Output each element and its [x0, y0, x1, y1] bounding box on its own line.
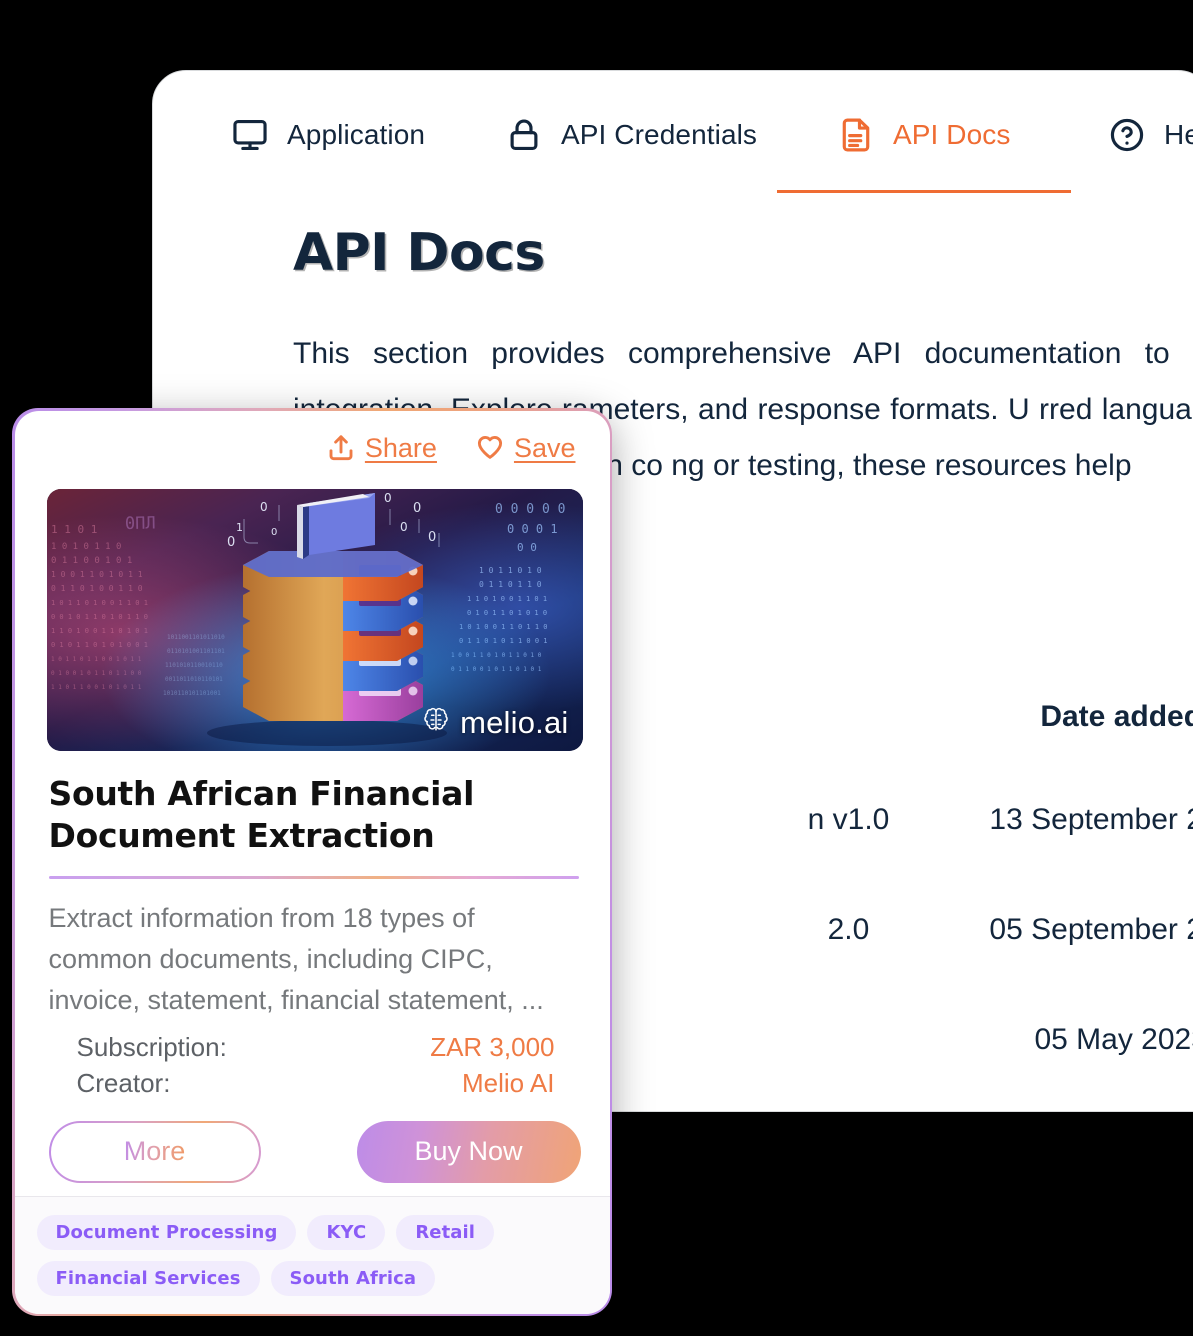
save-button[interactable]: Save	[475, 433, 576, 464]
column-header-version	[758, 669, 940, 765]
creator-value: Melio AI	[462, 1067, 555, 1098]
cell-date: 05 May 2023	[1034, 1023, 1193, 1056]
product-card[interactable]: Share Save melio.ai South African Financ…	[12, 408, 612, 1316]
cell-version: n v1.0	[807, 803, 890, 836]
card-actions: Share Save	[326, 433, 576, 464]
tab-help[interactable]: He	[1108, 107, 1193, 163]
tab-api-docs-label: API Docs	[893, 119, 1011, 150]
tab-bar: Application API Credentials API Docs H	[153, 71, 1193, 193]
tab-api-credentials-label: API Credentials	[561, 119, 758, 150]
subscription-label: Subscription:	[76, 1031, 227, 1062]
meta-row-subscription: Subscription: ZAR 3,000	[77, 1029, 555, 1065]
tab-api-credentials[interactable]: API Credentials	[505, 107, 757, 163]
column-header-date-added: Date added	[1040, 700, 1193, 733]
subscription-value: ZAR 3,000	[430, 1031, 555, 1062]
buy-now-button-label: Buy Now	[414, 1136, 523, 1166]
share-upload-icon	[326, 433, 356, 463]
melio-ai-logo: melio.ai	[421, 705, 568, 741]
monitor-icon	[231, 116, 269, 154]
tab-api-docs[interactable]: API Docs	[777, 107, 1071, 193]
card-divider	[48, 875, 579, 879]
product-description: Extract information from 18 types of com…	[48, 902, 544, 1015]
card-buttons: More Buy Now	[48, 1120, 581, 1183]
product-hero-image: 1 1 0 1 1 0 1 0 1 1 0 0 1 1 0 0 1 0 1 1 …	[46, 488, 583, 751]
buy-now-button[interactable]: Buy Now	[356, 1120, 581, 1183]
tag-chip[interactable]: South Africa	[270, 1260, 436, 1296]
cell-version: 2.0	[827, 913, 870, 946]
tag-chip[interactable]: Financial Services	[36, 1260, 260, 1296]
lock-icon	[505, 116, 543, 154]
product-meta: Subscription: ZAR 3,000 Creator: Melio A…	[77, 1029, 555, 1101]
share-label: Share	[364, 432, 437, 463]
meta-row-creator: Creator: Melio AI	[77, 1065, 555, 1101]
more-button-inner: More	[50, 1122, 259, 1181]
page-title: API Docs	[293, 223, 545, 283]
tab-help-label: He	[1164, 119, 1193, 150]
brain-icon	[421, 705, 451, 740]
melio-ai-logo-text: melio.ai	[460, 704, 569, 740]
active-tab-underline	[777, 190, 1071, 193]
share-button[interactable]: Share	[326, 433, 437, 464]
tab-application-label: Application	[287, 119, 426, 150]
tag-chip[interactable]: Document Processing	[36, 1214, 297, 1250]
question-circle-icon	[1108, 116, 1146, 154]
cell-date: 13 September 2024	[989, 803, 1193, 836]
heart-icon	[475, 433, 505, 463]
tab-application[interactable]: Application	[231, 107, 425, 163]
creator-label: Creator:	[76, 1067, 171, 1098]
tag-list: Document Processing KYC Retail Financial…	[14, 1195, 610, 1314]
document-icon	[837, 116, 875, 154]
tag-chip[interactable]: Retail	[396, 1214, 495, 1250]
cell-date: 05 September 2023	[989, 913, 1193, 946]
product-title: South African Financial Document Extract…	[48, 773, 475, 855]
more-button-label: More	[123, 1136, 186, 1166]
tag-chip[interactable]: KYC	[307, 1214, 386, 1250]
save-label: Save	[513, 432, 576, 463]
product-card-inner: Share Save melio.ai South African Financ…	[14, 410, 610, 1314]
more-button[interactable]: More	[48, 1120, 261, 1183]
cell-version	[758, 985, 940, 1095]
